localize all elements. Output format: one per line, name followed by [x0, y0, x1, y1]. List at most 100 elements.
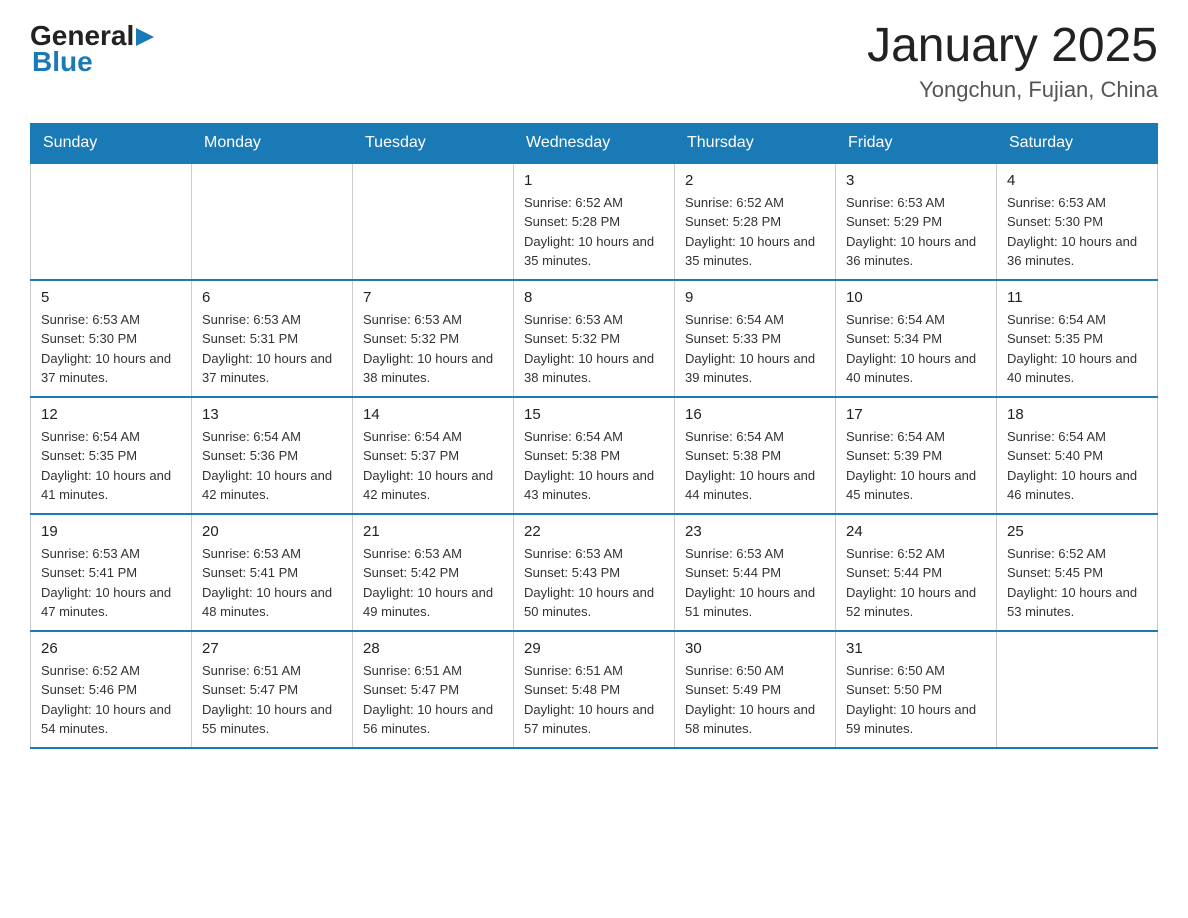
calendar-title: January 2025: [867, 20, 1158, 73]
day-info: Sunrise: 6:53 AMSunset: 5:42 PMDaylight:…: [363, 544, 503, 622]
calendar-subtitle: Yongchun, Fujian, China: [867, 77, 1158, 103]
day-info: Sunrise: 6:52 AMSunset: 5:28 PMDaylight:…: [685, 193, 825, 271]
day-number: 17: [846, 406, 986, 423]
day-of-week-header: Saturday: [997, 123, 1158, 163]
day-number: 24: [846, 523, 986, 540]
day-of-week-header: Thursday: [675, 123, 836, 163]
day-info: Sunrise: 6:54 AMSunset: 5:39 PMDaylight:…: [846, 427, 986, 505]
calendar-day-cell: 24 Sunrise: 6:52 AMSunset: 5:44 PMDayligh…: [836, 514, 997, 631]
calendar-day-cell: 21 Sunrise: 6:53 AMSunset: 5:42 PMDayligh…: [353, 514, 514, 631]
day-of-week-header: Monday: [192, 123, 353, 163]
day-info: Sunrise: 6:53 AMSunset: 5:32 PMDaylight:…: [524, 310, 664, 388]
calendar-day-cell: 22Sunrise: 6:53 AMSunset: 5:43 PMDayligh…: [514, 514, 675, 631]
day-number: 28: [363, 640, 503, 657]
day-number: 11: [1007, 289, 1147, 306]
day-number: 19: [41, 523, 181, 540]
calendar-day-cell: 3Sunrise: 6:53 AMSunset: 5:29 PMDaylight…: [836, 163, 997, 280]
calendar-day-cell: 16 Sunrise: 6:54 AMSunset: 5:38 PMDayligh…: [675, 397, 836, 514]
day-number: 21: [363, 523, 503, 540]
day-number: 14: [363, 406, 503, 423]
calendar-week-row: 12 Sunrise: 6:54 AMSunset: 5:35 PMDayligh…: [31, 397, 1158, 514]
day-info: Sunrise: 6:53 AMSunset: 5:41 PMDaylight:…: [41, 544, 181, 622]
calendar-day-cell: 28 Sunrise: 6:51 AMSunset: 5:47 PMDayligh…: [353, 631, 514, 748]
calendar-day-cell: [997, 631, 1158, 748]
day-info: Sunrise: 6:54 AMSunset: 5:40 PMDaylight:…: [1007, 427, 1147, 505]
day-info: Sunrise: 6:53 AMSunset: 5:32 PMDaylight:…: [363, 310, 503, 388]
calendar-day-cell: [353, 163, 514, 280]
day-number: 10: [846, 289, 986, 306]
day-info: Sunrise: 6:54 AMSunset: 5:38 PMDaylight:…: [524, 427, 664, 505]
day-info: Sunrise: 6:54 AMSunset: 5:38 PMDaylight:…: [685, 427, 825, 505]
day-number: 4: [1007, 172, 1147, 189]
calendar-day-cell: 30 Sunrise: 6:50 AMSunset: 5:49 PMDayligh…: [675, 631, 836, 748]
day-info: Sunrise: 6:54 AMSunset: 5:35 PMDaylight:…: [41, 427, 181, 505]
day-info: Sunrise: 6:52 AMSunset: 5:46 PMDaylight:…: [41, 661, 181, 739]
calendar-day-cell: 29 Sunrise: 6:51 AMSunset: 5:48 PMDayligh…: [514, 631, 675, 748]
day-info: Sunrise: 6:52 AMSunset: 5:28 PMDaylight:…: [524, 193, 664, 271]
title-section: January 2025 Yongchun, Fujian, China: [867, 20, 1158, 103]
calendar-day-cell: 8 Sunrise: 6:53 AMSunset: 5:32 PMDaylight…: [514, 280, 675, 397]
page-header: General Blue January 2025 Yongchun, Fuji…: [30, 20, 1158, 103]
day-info: Sunrise: 6:52 AMSunset: 5:45 PMDaylight:…: [1007, 544, 1147, 622]
day-number: 8: [524, 289, 664, 306]
calendar-day-cell: 31Sunrise: 6:50 AMSunset: 5:50 PMDayligh…: [836, 631, 997, 748]
day-number: 1: [524, 172, 664, 189]
calendar-week-row: 1 Sunrise: 6:52 AMSunset: 5:28 PMDaylight…: [31, 163, 1158, 280]
calendar-day-cell: 6Sunrise: 6:53 AMSunset: 5:31 PMDaylight…: [192, 280, 353, 397]
calendar-day-cell: 2 Sunrise: 6:52 AMSunset: 5:28 PMDaylight…: [675, 163, 836, 280]
calendar-day-cell: 25 Sunrise: 6:52 AMSunset: 5:45 PMDayligh…: [997, 514, 1158, 631]
day-number: 30: [685, 640, 825, 657]
day-of-week-header: Wednesday: [514, 123, 675, 163]
calendar-week-row: 26Sunrise: 6:52 AMSunset: 5:46 PMDayligh…: [31, 631, 1158, 748]
calendar-day-cell: 15Sunrise: 6:54 AMSunset: 5:38 PMDayligh…: [514, 397, 675, 514]
calendar-day-cell: 4 Sunrise: 6:53 AMSunset: 5:30 PMDaylight…: [997, 163, 1158, 280]
day-info: Sunrise: 6:54 AMSunset: 5:34 PMDaylight:…: [846, 310, 986, 388]
day-number: 13: [202, 406, 342, 423]
calendar-day-cell: 19 Sunrise: 6:53 AMSunset: 5:41 PMDayligh…: [31, 514, 192, 631]
calendar-week-row: 19 Sunrise: 6:53 AMSunset: 5:41 PMDayligh…: [31, 514, 1158, 631]
calendar-week-row: 5 Sunrise: 6:53 AMSunset: 5:30 PMDaylight…: [31, 280, 1158, 397]
day-info: Sunrise: 6:53 AMSunset: 5:31 PMDaylight:…: [202, 310, 342, 388]
day-info: Sunrise: 6:53 AMSunset: 5:41 PMDaylight:…: [202, 544, 342, 622]
day-number: 2: [685, 172, 825, 189]
day-number: 7: [363, 289, 503, 306]
day-info: Sunrise: 6:54 AMSunset: 5:37 PMDaylight:…: [363, 427, 503, 505]
day-number: 25: [1007, 523, 1147, 540]
day-info: Sunrise: 6:53 AMSunset: 5:30 PMDaylight:…: [41, 310, 181, 388]
calendar-day-cell: 27Sunrise: 6:51 AMSunset: 5:47 PMDayligh…: [192, 631, 353, 748]
day-number: 29: [524, 640, 664, 657]
day-info: Sunrise: 6:54 AMSunset: 5:36 PMDaylight:…: [202, 427, 342, 505]
day-info: Sunrise: 6:50 AMSunset: 5:49 PMDaylight:…: [685, 661, 825, 739]
calendar-day-cell: 13 Sunrise: 6:54 AMSunset: 5:36 PMDayligh…: [192, 397, 353, 514]
calendar-header-row: SundayMondayTuesdayWednesdayThursdayFrid…: [31, 123, 1158, 163]
calendar-day-cell: 7 Sunrise: 6:53 AMSunset: 5:32 PMDaylight…: [353, 280, 514, 397]
calendar-table: SundayMondayTuesdayWednesdayThursdayFrid…: [30, 123, 1158, 749]
day-info: Sunrise: 6:51 AMSunset: 5:47 PMDaylight:…: [363, 661, 503, 739]
day-info: Sunrise: 6:52 AMSunset: 5:44 PMDaylight:…: [846, 544, 986, 622]
day-number: 16: [685, 406, 825, 423]
calendar-day-cell: 23Sunrise: 6:53 AMSunset: 5:44 PMDayligh…: [675, 514, 836, 631]
calendar-day-cell: 1 Sunrise: 6:52 AMSunset: 5:28 PMDaylight…: [514, 163, 675, 280]
day-info: Sunrise: 6:51 AMSunset: 5:48 PMDaylight:…: [524, 661, 664, 739]
logo-blue: Blue: [32, 46, 93, 78]
day-number: 5: [41, 289, 181, 306]
logo-arrow-icon: [136, 28, 154, 46]
calendar-day-cell: 12 Sunrise: 6:54 AMSunset: 5:35 PMDayligh…: [31, 397, 192, 514]
calendar-day-cell: 9Sunrise: 6:54 AMSunset: 5:33 PMDaylight…: [675, 280, 836, 397]
calendar-day-cell: 17 Sunrise: 6:54 AMSunset: 5:39 PMDayligh…: [836, 397, 997, 514]
day-of-week-header: Friday: [836, 123, 997, 163]
calendar-day-cell: 18Sunrise: 6:54 AMSunset: 5:40 PMDayligh…: [997, 397, 1158, 514]
day-of-week-header: Tuesday: [353, 123, 514, 163]
day-info: Sunrise: 6:53 AMSunset: 5:43 PMDaylight:…: [524, 544, 664, 622]
day-info: Sunrise: 6:54 AMSunset: 5:33 PMDaylight:…: [685, 310, 825, 388]
day-number: 12: [41, 406, 181, 423]
calendar-day-cell: 5 Sunrise: 6:53 AMSunset: 5:30 PMDaylight…: [31, 280, 192, 397]
calendar-day-cell: 20Sunrise: 6:53 AMSunset: 5:41 PMDayligh…: [192, 514, 353, 631]
calendar-day-cell: [31, 163, 192, 280]
day-info: Sunrise: 6:53 AMSunset: 5:44 PMDaylight:…: [685, 544, 825, 622]
calendar-day-cell: 10 Sunrise: 6:54 AMSunset: 5:34 PMDayligh…: [836, 280, 997, 397]
day-info: Sunrise: 6:54 AMSunset: 5:35 PMDaylight:…: [1007, 310, 1147, 388]
day-info: Sunrise: 6:53 AMSunset: 5:30 PMDaylight:…: [1007, 193, 1147, 271]
day-of-week-header: Sunday: [31, 123, 192, 163]
day-number: 27: [202, 640, 342, 657]
